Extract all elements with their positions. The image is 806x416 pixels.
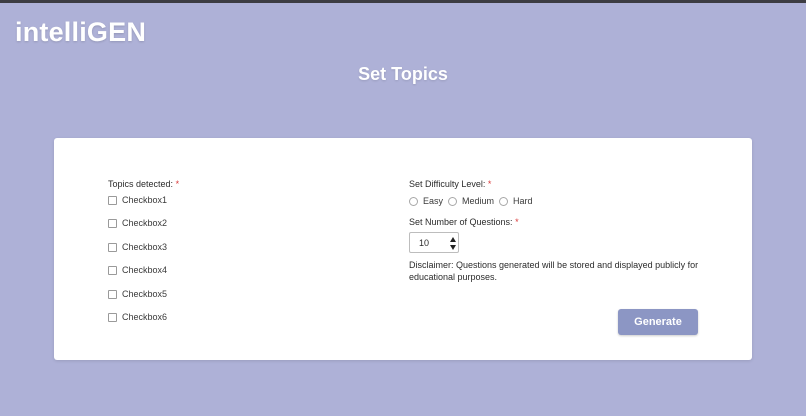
checkbox-label: Checkbox4 [122,265,168,275]
required-mark: * [487,179,492,189]
increment-arrow-icon[interactable] [450,237,456,242]
difficulty-label: Set Difficulty Level: * [409,179,491,189]
topic-checkbox-1[interactable]: Checkbox1 [108,194,167,206]
radio-label: Hard [513,196,533,206]
page-title: Set Topics [358,64,448,84]
checkbox-label: Checkbox3 [122,242,168,252]
checkbox-box[interactable] [108,265,117,275]
question-count-value[interactable]: 10 [419,238,429,248]
checkbox-label: Checkbox5 [122,289,168,299]
checkbox-label: Checkbox2 [122,218,168,228]
difficulty-label-text: Set Difficulty Level: [409,179,486,189]
difficulty-option-easy[interactable]: Easy [409,196,443,206]
generate-button[interactable]: Generate [618,309,698,335]
checkbox-box[interactable] [108,289,117,299]
difficulty-radio-group: Easy Medium Hard [409,195,538,207]
checkbox-box[interactable] [108,312,117,322]
questions-label: Set Number of Questions: * [409,217,519,227]
required-mark: * [175,179,180,189]
topic-checkbox-4[interactable]: Checkbox4 [108,264,167,276]
top-strip [0,0,806,3]
topic-checkbox-5[interactable]: Checkbox5 [108,288,167,300]
topic-settings-card: Topics detected: * Checkbox1 Checkbox2 C… [54,138,752,360]
radio-label: Medium [462,196,495,206]
checkbox-label: Checkbox1 [122,195,168,205]
app-logo[interactable]: intelliGEN [15,17,146,48]
checkbox-box[interactable] [108,195,117,205]
decrement-arrow-icon[interactable] [450,245,456,250]
checkbox-box[interactable] [108,218,117,228]
difficulty-option-medium[interactable]: Medium [448,196,494,206]
checkbox-box[interactable] [108,242,117,252]
required-mark: * [515,217,519,227]
questions-label-text: Set Number of Questions: [409,217,513,227]
checkbox-label: Checkbox6 [122,312,168,322]
disclaimer-text: Disclaimer: Questions generated will be … [409,260,699,282]
radio-label: Easy [423,196,444,206]
topics-label-text: Topics detected: [108,179,174,189]
topic-checkbox-2[interactable]: Checkbox2 [108,217,167,229]
question-count-stepper[interactable]: 10 [409,232,459,253]
radio-circle[interactable] [499,196,509,206]
topics-label: Topics detected: * [108,179,179,189]
radio-circle[interactable] [409,196,418,206]
radio-circle[interactable] [448,196,458,206]
topic-checkbox-6[interactable]: Checkbox6 [108,311,167,323]
difficulty-option-hard[interactable]: Hard [499,196,533,206]
topic-checkbox-3[interactable]: Checkbox3 [108,241,167,253]
